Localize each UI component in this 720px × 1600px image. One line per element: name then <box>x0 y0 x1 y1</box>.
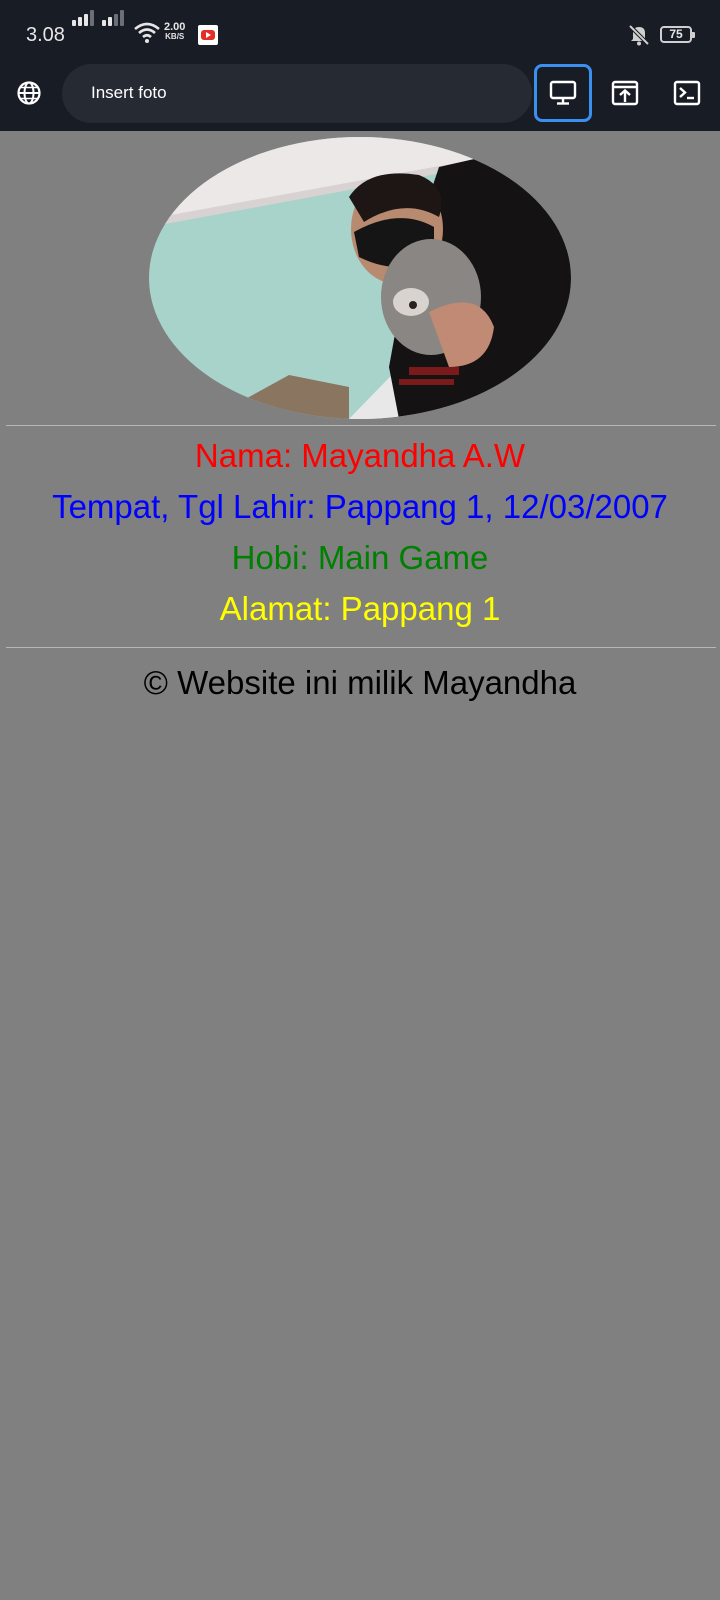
battery-level: 75 <box>669 27 683 41</box>
hobi-text: Hobi: Main Game <box>231 539 489 576</box>
url-bar[interactable]: Insert foto <box>62 64 532 123</box>
youtube-icon <box>198 25 218 45</box>
url-text: Insert foto <box>91 83 167 102</box>
status-time: 3.08 <box>26 24 65 46</box>
console-button[interactable] <box>658 64 716 122</box>
browser-chrome: 3.08 2.00 KB/S 75 Insert foto <box>0 0 720 131</box>
footer-copyright: © Website ini milik Mayandha <box>143 664 577 701</box>
wifi-icon <box>134 22 160 43</box>
profile-photo <box>149 137 571 419</box>
globe-icon[interactable] <box>16 80 42 106</box>
desktop-mode-button[interactable] <box>534 64 592 122</box>
divider <box>6 647 716 648</box>
nama-text: Nama: Mayandha A.W <box>194 437 526 474</box>
mute-icon <box>628 24 650 46</box>
status-bar: 3.08 2.00 KB/S 75 <box>0 0 720 62</box>
tempat-tgl-lahir-text: Tempat, Tgl Lahir: Pappang 1, 12/03/2007 <box>52 488 668 525</box>
speed-value: 2.00 <box>164 21 186 33</box>
alamat-text: Alamat: Pappang 1 <box>219 590 501 627</box>
divider <box>6 425 716 426</box>
terminal-icon <box>673 80 701 106</box>
open-in-browser-button[interactable] <box>596 64 654 122</box>
battery-icon: 75 <box>660 26 695 43</box>
speed-unit: KB/S <box>165 32 185 41</box>
open-in-browser-icon <box>611 80 639 106</box>
desktop-icon <box>549 80 577 105</box>
network-speed: 2.00 KB/S <box>164 21 186 42</box>
